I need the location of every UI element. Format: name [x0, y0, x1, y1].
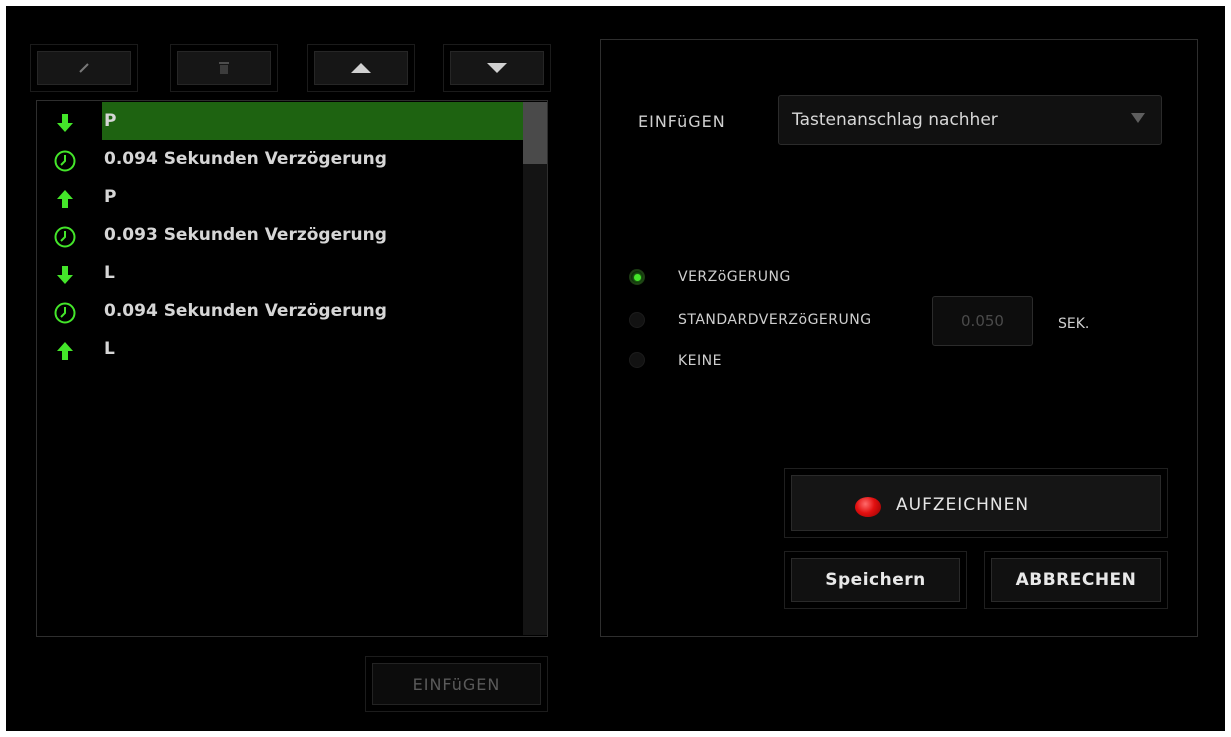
radio-delay-default[interactable]: [629, 312, 645, 328]
record-label: AUFZEICHNEN: [896, 495, 1030, 515]
insert-button-label: EINFüGEN: [372, 663, 541, 705]
list-item[interactable]: 0.094 Sekunden Verzögerung: [37, 140, 523, 178]
radio-delay-none-label: KEINE: [678, 353, 722, 369]
default-delay-unit: SEK.: [1058, 316, 1090, 332]
triangle-up-icon: [351, 63, 371, 73]
list-item-text: P: [104, 111, 117, 131]
list-item[interactable]: L: [37, 330, 523, 368]
arrow-up-icon: [53, 339, 77, 363]
scrollbar[interactable]: [523, 102, 547, 635]
radio-delay-recorded-label: VERZöGERUNG: [678, 269, 791, 285]
move-down-button[interactable]: [443, 44, 551, 92]
clock-icon: [53, 225, 77, 249]
trash-icon: [219, 62, 229, 74]
insert-label: EINFüGEN: [638, 112, 726, 131]
clock-icon: [53, 301, 77, 325]
record-icon: [855, 497, 881, 517]
radio-delay-recorded[interactable]: [629, 269, 645, 285]
arrow-down-icon: [53, 111, 77, 135]
list-item[interactable]: P: [37, 178, 523, 216]
list-item-text: L: [104, 339, 115, 359]
insert-button[interactable]: EINFüGEN: [365, 656, 548, 712]
radio-delay-default-label: STANDARDVERZöGERUNG: [678, 312, 872, 328]
list-item-text: 0.094 Sekunden Verzögerung: [104, 149, 387, 169]
record-button[interactable]: AUFZEICHNEN: [784, 468, 1168, 538]
arrow-down-icon: [53, 263, 77, 287]
cancel-button[interactable]: ABBRECHEN: [984, 551, 1168, 609]
list-item-text: P: [104, 187, 117, 207]
list-item[interactable]: 0.094 Sekunden Verzögerung: [37, 292, 523, 330]
list-item[interactable]: P: [37, 102, 523, 140]
clock-icon: [53, 149, 77, 173]
pencil-icon: [79, 63, 89, 73]
macro-editor: P 0.094 Sekunden Verzögerung P 0.093 Sek…: [6, 6, 1225, 731]
list-item[interactable]: L: [37, 254, 523, 292]
delete-button[interactable]: [170, 44, 278, 92]
radio-delay-none[interactable]: [629, 352, 645, 368]
chevron-down-icon: [1131, 113, 1145, 123]
list-item[interactable]: 0.093 Sekunden Verzögerung: [37, 216, 523, 254]
save-button-label: Speichern: [791, 558, 960, 602]
scrollbar-thumb[interactable]: [523, 102, 547, 164]
macro-list[interactable]: P 0.094 Sekunden Verzögerung P 0.093 Sek…: [36, 100, 548, 637]
move-up-button[interactable]: [307, 44, 415, 92]
list-item-text: 0.094 Sekunden Verzögerung: [104, 301, 387, 321]
insert-position-value: Tastenanschlag nachher: [792, 110, 998, 130]
edit-button[interactable]: [30, 44, 138, 92]
triangle-down-icon: [487, 63, 507, 73]
insert-position-dropdown[interactable]: Tastenanschlag nachher: [778, 95, 1162, 145]
default-delay-input[interactable]: 0.050: [932, 296, 1033, 346]
list-item-text: 0.093 Sekunden Verzögerung: [104, 225, 387, 245]
arrow-up-icon: [53, 187, 77, 211]
list-item-text: L: [104, 263, 115, 283]
cancel-button-label: ABBRECHEN: [991, 558, 1161, 602]
save-button[interactable]: Speichern: [784, 551, 967, 609]
